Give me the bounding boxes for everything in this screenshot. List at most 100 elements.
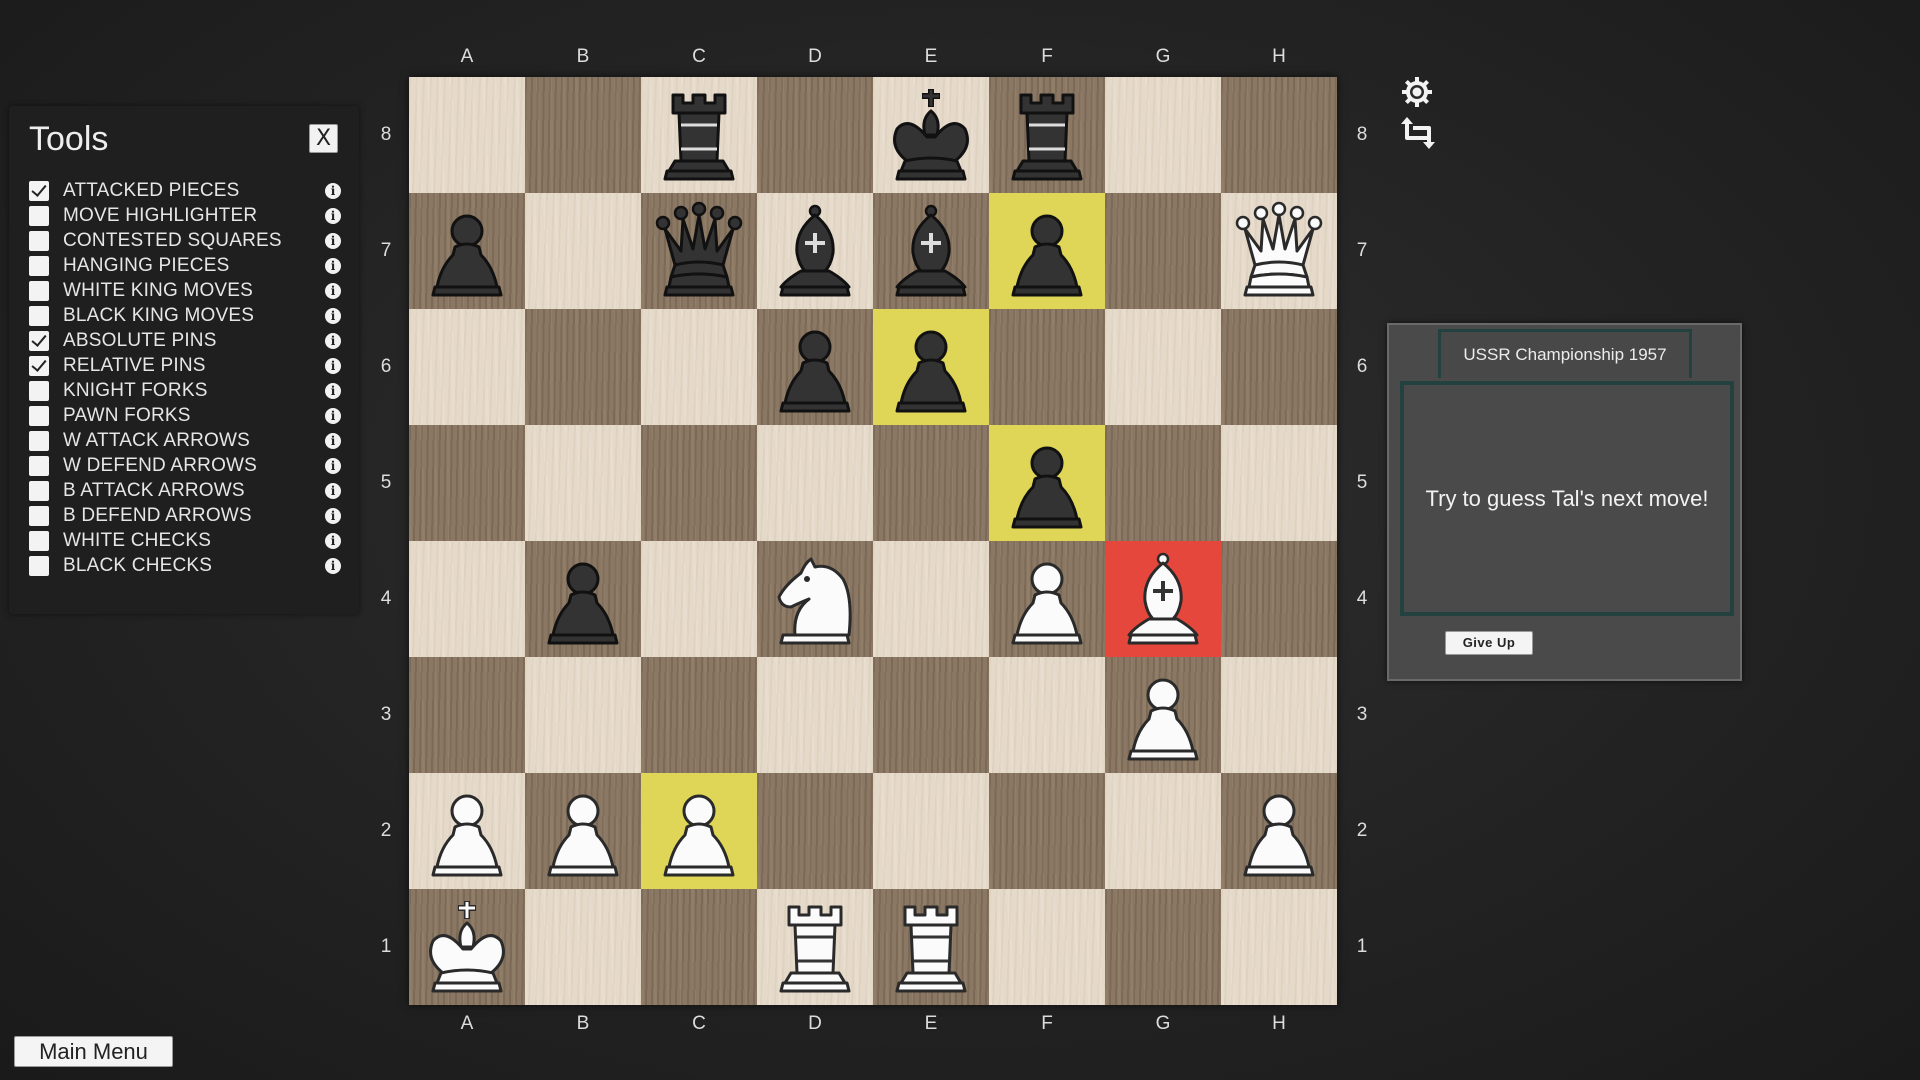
- square-c8[interactable]: [641, 77, 757, 193]
- square-f6[interactable]: [989, 309, 1105, 425]
- square-g4[interactable]: [1105, 541, 1221, 657]
- square-a5[interactable]: [409, 425, 525, 541]
- square-g7[interactable]: [1105, 193, 1221, 309]
- square-f4[interactable]: [989, 541, 1105, 657]
- square-f3[interactable]: [989, 657, 1105, 773]
- tool-checkbox[interactable]: [29, 530, 49, 551]
- square-a8[interactable]: [409, 77, 525, 193]
- square-c7[interactable]: [641, 193, 757, 309]
- square-b5[interactable]: [525, 425, 641, 541]
- square-h2[interactable]: [1221, 773, 1337, 889]
- puzzle-event-tab[interactable]: USSR Championship 1957: [1438, 329, 1692, 378]
- info-icon[interactable]: i: [325, 307, 341, 324]
- square-d8[interactable]: [757, 77, 873, 193]
- tool-checkbox[interactable]: [29, 455, 49, 476]
- square-c4[interactable]: [641, 541, 757, 657]
- square-c3[interactable]: [641, 657, 757, 773]
- square-g1[interactable]: [1105, 889, 1221, 1005]
- tool-checkbox[interactable]: [29, 505, 49, 526]
- square-f2[interactable]: [989, 773, 1105, 889]
- tool-row[interactable]: W ATTACK ARROWS i: [29, 428, 347, 453]
- tool-row[interactable]: WHITE KING MOVES i: [29, 278, 347, 303]
- tool-checkbox[interactable]: [29, 405, 49, 426]
- square-h8[interactable]: [1221, 77, 1337, 193]
- tool-checkbox[interactable]: [29, 205, 49, 226]
- tool-row[interactable]: RELATIVE PINS i: [29, 353, 347, 378]
- tool-row[interactable]: CONTESTED SQUARES i: [29, 228, 347, 253]
- square-b8[interactable]: [525, 77, 641, 193]
- tool-row[interactable]: W DEFEND ARROWS i: [29, 453, 347, 478]
- tool-checkbox[interactable]: [29, 380, 49, 401]
- tool-row[interactable]: HANGING PIECES i: [29, 253, 347, 278]
- square-e4[interactable]: [873, 541, 989, 657]
- info-icon[interactable]: i: [325, 357, 341, 374]
- square-g6[interactable]: [1105, 309, 1221, 425]
- square-h1[interactable]: [1221, 889, 1337, 1005]
- tool-checkbox[interactable]: [29, 305, 49, 326]
- give-up-button[interactable]: Give Up: [1445, 631, 1533, 655]
- square-a3[interactable]: [409, 657, 525, 773]
- tool-row[interactable]: BLACK KING MOVES i: [29, 303, 347, 328]
- square-c6[interactable]: [641, 309, 757, 425]
- square-e7[interactable]: [873, 193, 989, 309]
- square-e2[interactable]: [873, 773, 989, 889]
- square-g3[interactable]: [1105, 657, 1221, 773]
- square-h4[interactable]: [1221, 541, 1337, 657]
- square-c2[interactable]: [641, 773, 757, 889]
- tool-checkbox[interactable]: [29, 180, 49, 201]
- tool-row[interactable]: WHITE CHECKS i: [29, 528, 347, 553]
- info-icon[interactable]: i: [325, 232, 341, 249]
- square-f5[interactable]: [989, 425, 1105, 541]
- tool-row[interactable]: ATTACKED PIECES i: [29, 178, 347, 203]
- tool-checkbox[interactable]: [29, 555, 49, 576]
- square-a1[interactable]: [409, 889, 525, 1005]
- square-h5[interactable]: [1221, 425, 1337, 541]
- info-icon[interactable]: i: [325, 532, 341, 549]
- tool-checkbox[interactable]: [29, 355, 49, 376]
- close-tools-button[interactable]: X: [309, 124, 338, 153]
- square-c5[interactable]: [641, 425, 757, 541]
- tool-checkbox[interactable]: [29, 230, 49, 251]
- square-g2[interactable]: [1105, 773, 1221, 889]
- info-icon[interactable]: i: [325, 507, 341, 524]
- info-icon[interactable]: i: [325, 182, 341, 199]
- tool-row[interactable]: KNIGHT FORKS i: [29, 378, 347, 403]
- square-e8[interactable]: [873, 77, 989, 193]
- square-e6[interactable]: [873, 309, 989, 425]
- square-g8[interactable]: [1105, 77, 1221, 193]
- tool-row[interactable]: BLACK CHECKS i: [29, 553, 347, 578]
- square-b6[interactable]: [525, 309, 641, 425]
- square-e5[interactable]: [873, 425, 989, 541]
- square-b3[interactable]: [525, 657, 641, 773]
- square-d3[interactable]: [757, 657, 873, 773]
- square-h3[interactable]: [1221, 657, 1337, 773]
- square-b1[interactable]: [525, 889, 641, 1005]
- square-d6[interactable]: [757, 309, 873, 425]
- square-b7[interactable]: [525, 193, 641, 309]
- tool-checkbox[interactable]: [29, 255, 49, 276]
- square-a6[interactable]: [409, 309, 525, 425]
- info-icon[interactable]: i: [325, 482, 341, 499]
- info-icon[interactable]: i: [325, 332, 341, 349]
- flip-board-icon[interactable]: [1401, 116, 1435, 150]
- square-d5[interactable]: [757, 425, 873, 541]
- info-icon[interactable]: i: [325, 207, 341, 224]
- tool-checkbox[interactable]: [29, 330, 49, 351]
- square-f1[interactable]: [989, 889, 1105, 1005]
- square-f8[interactable]: [989, 77, 1105, 193]
- square-f7[interactable]: [989, 193, 1105, 309]
- info-icon[interactable]: i: [325, 432, 341, 449]
- tool-row[interactable]: PAWN FORKS i: [29, 403, 347, 428]
- tool-row[interactable]: ABSOLUTE PINS i: [29, 328, 347, 353]
- tool-checkbox[interactable]: [29, 280, 49, 301]
- square-b2[interactable]: [525, 773, 641, 889]
- square-h7[interactable]: [1221, 193, 1337, 309]
- chess-board[interactable]: [409, 77, 1337, 1005]
- info-icon[interactable]: i: [325, 282, 341, 299]
- tool-row[interactable]: B DEFEND ARROWS i: [29, 503, 347, 528]
- info-icon[interactable]: i: [325, 457, 341, 474]
- square-d2[interactable]: [757, 773, 873, 889]
- square-h6[interactable]: [1221, 309, 1337, 425]
- info-icon[interactable]: i: [325, 557, 341, 574]
- square-g5[interactable]: [1105, 425, 1221, 541]
